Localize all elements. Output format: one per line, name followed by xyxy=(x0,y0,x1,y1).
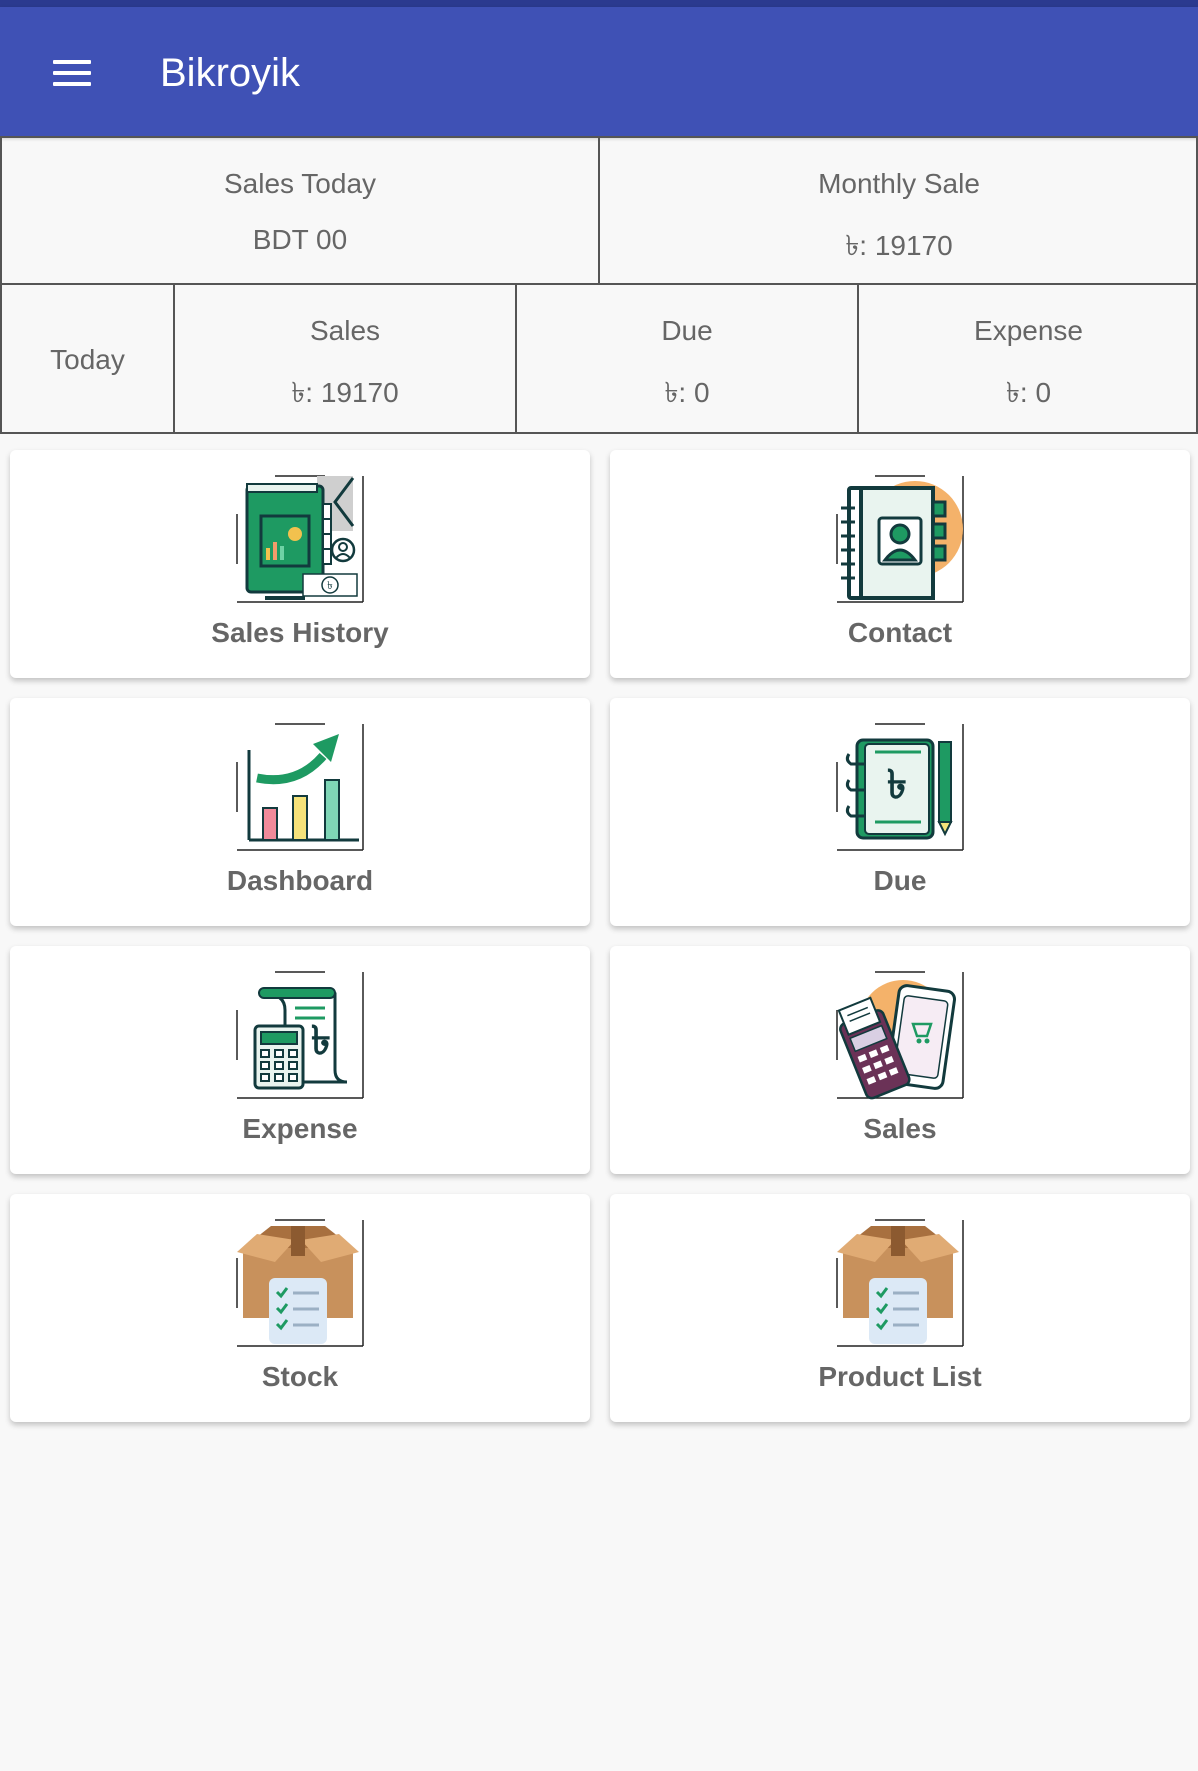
sales-today-cell: Sales Today BDT 00 xyxy=(2,138,600,283)
today-due-value: ৳: 0 xyxy=(664,377,710,408)
svg-text:৳: ৳ xyxy=(327,579,332,592)
sales-card[interactable]: Sales xyxy=(610,946,1190,1174)
svg-text:৳: ৳ xyxy=(887,762,907,808)
box-checklist-icon xyxy=(836,1219,964,1347)
due-label: Due xyxy=(873,865,927,896)
pos-terminal-icon xyxy=(836,971,964,1100)
app-title: Bikroyik xyxy=(160,51,301,95)
sales-label: Sales xyxy=(863,1113,937,1144)
today-due-cell: Due ৳: 0 xyxy=(517,285,859,432)
hamburger-menu-icon[interactable] xyxy=(42,47,102,99)
stock-label: Stock xyxy=(261,1361,339,1392)
svg-text:৳: ৳ xyxy=(311,1018,331,1064)
sales-history-icon: ৳ xyxy=(236,475,364,603)
stock-card[interactable]: Stock xyxy=(10,1194,590,1422)
product-list-label: Product List xyxy=(818,1361,982,1392)
today-sales-value: ৳: 19170 xyxy=(291,377,399,408)
contact-label: Contact xyxy=(847,617,953,648)
sales-history-card[interactable]: ৳ Sales History xyxy=(10,450,590,678)
dashboard-card[interactable]: Dashboard xyxy=(10,698,590,926)
due-notebook-icon: ৳ xyxy=(836,723,964,851)
contact-book-icon xyxy=(836,475,964,603)
monthly-sale-value: ৳: 19170 xyxy=(845,230,953,261)
today-expense-value: ৳: 0 xyxy=(1005,377,1052,408)
calculator-receipt-icon: ৳ xyxy=(236,971,364,1099)
expense-label: Expense xyxy=(242,1113,358,1144)
sales-today-label: Sales Today xyxy=(223,168,377,199)
today-due-label: Due xyxy=(661,315,713,346)
contact-card[interactable]: Contact xyxy=(610,450,1190,678)
monthly-sale-cell: Monthly Sale ৳: 19170 xyxy=(600,138,1198,283)
box-checklist-icon xyxy=(236,1219,364,1347)
summary-row: Sales Today BDT 00 Monthly Sale ৳: 19170 xyxy=(0,136,1198,285)
bar-chart-growth-icon xyxy=(236,723,364,851)
today-expense-cell: Expense ৳: 0 xyxy=(859,285,1198,432)
today-sales-cell: Sales ৳: 19170 xyxy=(175,285,517,432)
expense-card[interactable]: ৳ Expense xyxy=(10,946,590,1174)
dashboard-label: Dashboard xyxy=(226,865,374,896)
status-bar-line xyxy=(0,0,1198,7)
due-card[interactable]: ৳ Due xyxy=(610,698,1190,926)
today-row: Today Sales ৳: 19170 Due ৳: 0 Expense ৳:… xyxy=(0,285,1198,434)
today-expense-label: Expense xyxy=(974,315,1083,346)
sales-history-label: Sales History xyxy=(211,617,389,648)
today-label: Today xyxy=(50,344,125,375)
monthly-sale-label: Monthly Sale xyxy=(818,168,980,199)
today-sales-label: Sales xyxy=(309,315,381,346)
sales-today-value: BDT 00 xyxy=(252,224,348,255)
app-bar: Bikroyik xyxy=(0,7,1198,136)
product-list-card[interactable]: Product List xyxy=(610,1194,1190,1422)
today-cell: Today xyxy=(2,285,175,432)
